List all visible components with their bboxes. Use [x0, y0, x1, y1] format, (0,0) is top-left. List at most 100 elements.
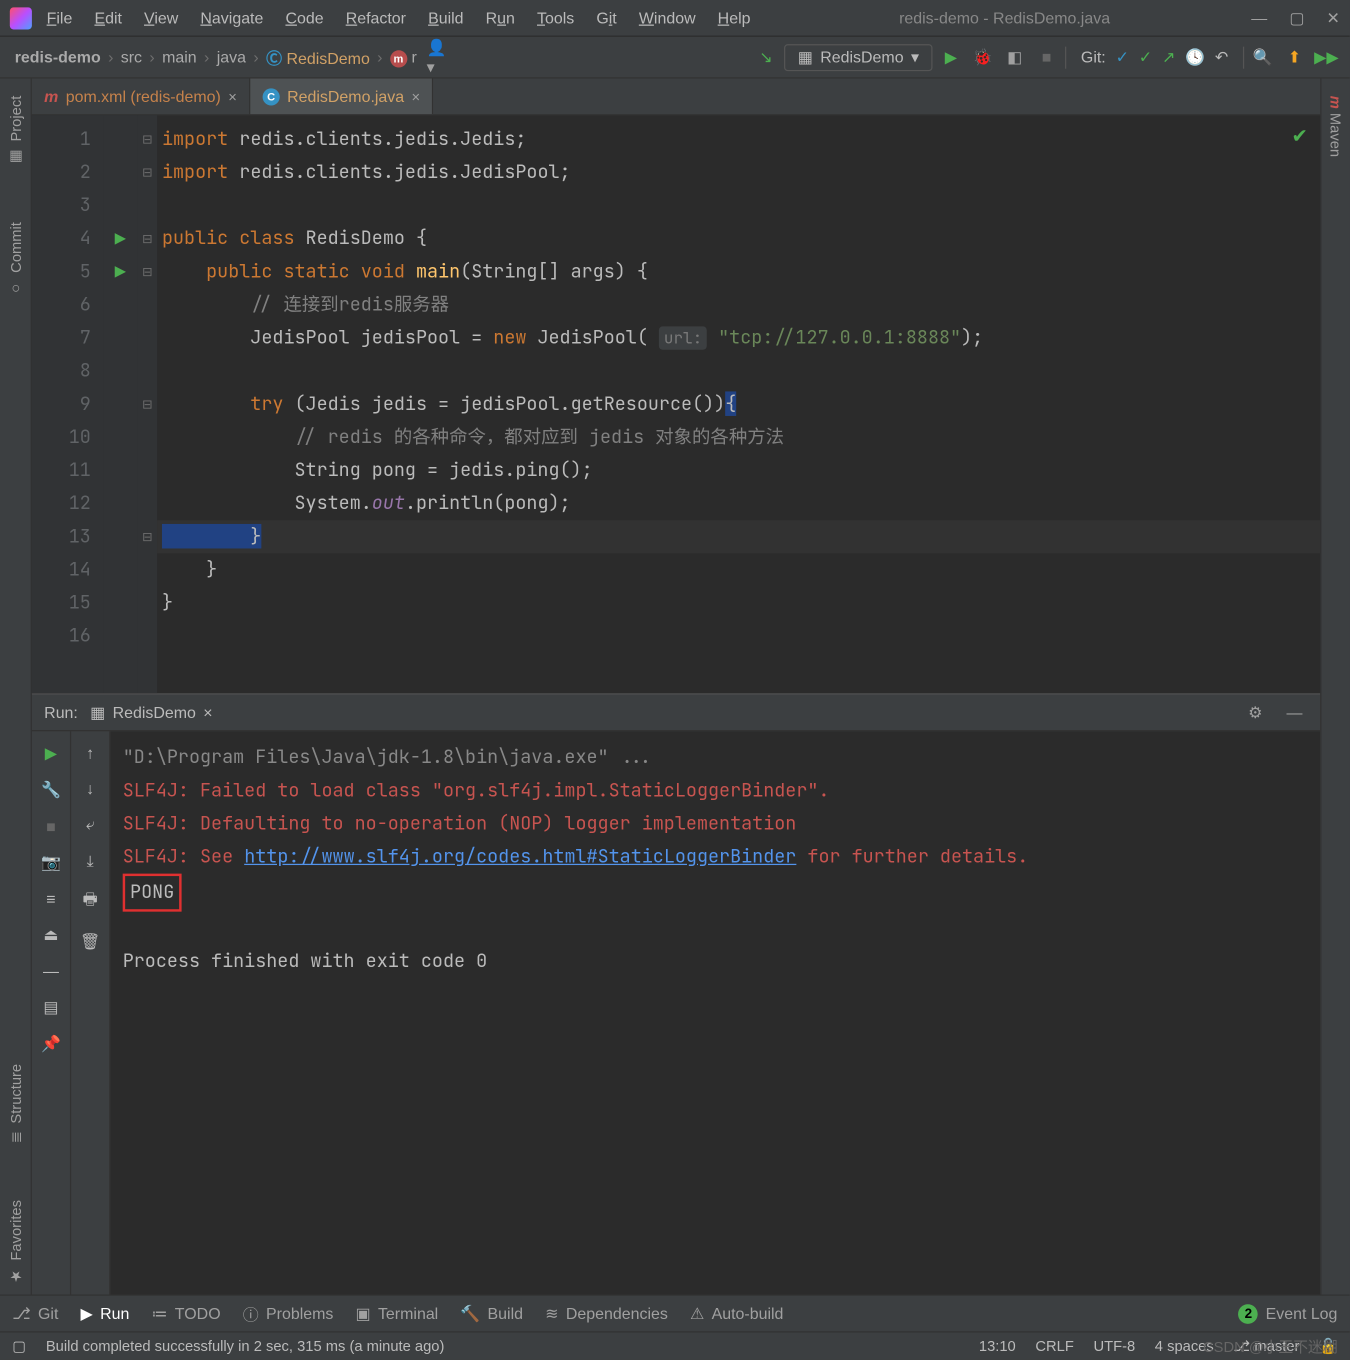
tab-redisdemo[interactable]: C RedisDemo.java ×	[250, 79, 433, 115]
menu-run[interactable]: Run	[478, 6, 522, 29]
menu-navigate[interactable]: Navigate	[193, 6, 271, 29]
tab-maven[interactable]: m Maven	[1325, 86, 1347, 167]
dump-icon[interactable]: 📷	[41, 853, 61, 873]
inspection-ok-icon[interactable]: ✔	[1292, 123, 1308, 149]
close-tab-icon[interactable]: ×	[412, 88, 421, 105]
ide-update-icon[interactable]: ⬆	[1281, 44, 1308, 71]
menu-window[interactable]: Window	[631, 6, 702, 29]
exit-icon[interactable]: ⏏	[43, 925, 58, 945]
crumb-java[interactable]: java	[212, 45, 251, 68]
pin-icon[interactable]: 📌	[41, 1034, 61, 1054]
menu-build[interactable]: Build	[421, 6, 471, 29]
layout-icon[interactable]: ≡	[46, 890, 55, 908]
tab-structure[interactable]: ≣ Structure	[4, 1054, 26, 1153]
close-icon[interactable]: ✕	[1327, 8, 1340, 28]
fold-icon[interactable]: ⊟	[137, 222, 157, 255]
run-gutter-icon[interactable]: ▶	[103, 255, 137, 288]
layout-toggle-icon[interactable]: ▤	[43, 998, 58, 1018]
crumb-main[interactable]: main	[157, 45, 201, 68]
menu-help[interactable]: Help	[710, 6, 758, 29]
method-icon: m	[390, 50, 407, 67]
run-gutter-icon[interactable]: ▶	[103, 222, 137, 255]
run-actions: ▶ 🔧 ■ 📷 ≡ ⏏ — ▤ 📌	[32, 731, 71, 1294]
menu-view[interactable]: View	[137, 6, 186, 29]
crumb-class[interactable]: Ⓒ RedisDemo	[261, 43, 375, 71]
fold-gutter: ⊟⊟⊟⊟⊟⊟	[137, 115, 157, 693]
line-number-gutter: 12345678910111213141516	[32, 115, 103, 693]
stop-button[interactable]: ■	[1033, 44, 1060, 71]
status-tips-icon[interactable]: ▢	[12, 1337, 26, 1354]
rerun-icon[interactable]: ▶	[45, 744, 57, 764]
right-tool-gutter: m Maven	[1320, 79, 1349, 1295]
menu-file[interactable]: File	[39, 6, 79, 29]
fold-icon[interactable]: ⊟	[137, 388, 157, 421]
menu-git[interactable]: Git	[589, 6, 624, 29]
caret-position[interactable]: 13:10	[979, 1337, 1016, 1354]
bb-todo[interactable]: ≔ TODO	[151, 1304, 220, 1324]
wrench-icon[interactable]: 🔧	[41, 780, 61, 800]
run-button[interactable]: ▶	[937, 44, 964, 71]
crumb-src[interactable]: src	[116, 45, 147, 68]
git-commit-icon[interactable]: ✓	[1139, 47, 1152, 67]
stop-icon[interactable]: ■	[46, 817, 56, 835]
bb-git[interactable]: ⎇ Git	[12, 1304, 58, 1324]
bb-problems[interactable]: ⓘ Problems	[243, 1302, 334, 1325]
close-tab-icon[interactable]: ×	[228, 88, 237, 105]
run-tool-window: Run: ▦ RedisDemo × ⚙ — ▶ 🔧 ■ 📷 ≡ ⏏ — ▤ 📌	[32, 693, 1320, 1294]
run-config-icon: ▦	[798, 47, 813, 67]
run-tab[interactable]: ▦ RedisDemo ×	[90, 702, 212, 722]
clear-icon[interactable]: 🗑	[80, 933, 100, 953]
menu-code[interactable]: Code	[278, 6, 331, 29]
code-editor[interactable]: 12345678910111213141516 ▶ ▶ ⊟⊟⊟⊟⊟⊟ impor…	[32, 115, 1320, 693]
debug-button[interactable]: 🐞	[969, 44, 996, 71]
code-body[interactable]: import redis.clients.jedis.Jedis; import…	[157, 115, 1320, 693]
coverage-button[interactable]: ◧	[1001, 44, 1028, 71]
toggle-presentation-icon[interactable]: 👤▾	[427, 44, 454, 71]
fold-icon[interactable]: ⊟	[137, 156, 157, 189]
run-title: Run:	[44, 703, 78, 721]
up-icon[interactable]: ↑	[86, 744, 94, 762]
bb-dependencies[interactable]: ≋ Dependencies	[545, 1304, 668, 1324]
down-icon[interactable]: ↓	[86, 779, 94, 797]
menu-refactor[interactable]: Refactor	[338, 6, 413, 29]
git-rollback-icon[interactable]: ↶	[1215, 47, 1228, 67]
slf4j-link[interactable]: http://www.slf4j.org/codes.html#StaticLo…	[244, 844, 796, 869]
hide-icon[interactable]: —	[1281, 699, 1308, 726]
menu-edit[interactable]: Edit	[87, 6, 129, 29]
crumb-method[interactable]: m r	[385, 45, 422, 70]
titlebar: File Edit View Navigate Code Refactor Bu…	[0, 0, 1350, 37]
gear-icon[interactable]: ⚙	[1242, 699, 1269, 726]
menu-tools[interactable]: Tools	[530, 6, 582, 29]
minimize-icon[interactable]: —	[1251, 8, 1267, 28]
build-hammer-icon[interactable]: ↘	[752, 44, 779, 71]
encoding[interactable]: UTF-8	[1093, 1337, 1135, 1354]
bb-terminal[interactable]: ▣ Terminal	[356, 1304, 439, 1324]
fold-icon[interactable]: ⊟	[137, 123, 157, 156]
tab-project[interactable]: ▦ Project	[4, 86, 26, 176]
line-sep[interactable]: CRLF	[1035, 1337, 1073, 1354]
tab-favorites[interactable]: ★ Favorites	[4, 1190, 26, 1295]
fold-icon[interactable]: ⊟	[137, 255, 157, 288]
breadcrumbs[interactable]: redis-demo › src › main › java › Ⓒ Redis…	[10, 43, 422, 71]
console-output[interactable]: "D:\Program Files\Java\jdk-1.8\bin\java.…	[110, 731, 1320, 1294]
fold-end-icon[interactable]: ⊟	[137, 520, 157, 553]
bb-event-log[interactable]: 2 Event Log	[1239, 1304, 1338, 1324]
tab-pom[interactable]: m pom.xml (redis-demo) ×	[32, 79, 250, 115]
soft-wrap-icon[interactable]: ⤶	[86, 815, 95, 835]
scroll-end-icon[interactable]: ⤓	[87, 852, 94, 872]
tab-commit[interactable]: ○ Commit	[4, 213, 26, 308]
bb-autobuild[interactable]: ⚠ Auto-build	[690, 1304, 784, 1324]
print-icon[interactable]: 🖶	[83, 888, 98, 915]
crumb-root[interactable]: redis-demo	[10, 45, 106, 68]
git-history-icon[interactable]: 🕓	[1185, 47, 1205, 67]
param-hint: url:	[659, 326, 707, 349]
search-icon[interactable]: 🔍	[1249, 44, 1276, 71]
run-config-selector[interactable]: ▦ RedisDemo ▾	[784, 44, 932, 71]
bb-run[interactable]: ▶ Run	[81, 1304, 130, 1324]
maximize-icon[interactable]: ▢	[1289, 8, 1304, 28]
close-tab-icon[interactable]: ×	[203, 703, 212, 721]
bb-build[interactable]: 🔨 Build	[460, 1304, 523, 1324]
code-with-me-icon[interactable]: ▶▶	[1313, 44, 1340, 71]
git-push-icon[interactable]: ↗	[1162, 47, 1175, 67]
git-update-icon[interactable]: ✓	[1116, 47, 1129, 67]
